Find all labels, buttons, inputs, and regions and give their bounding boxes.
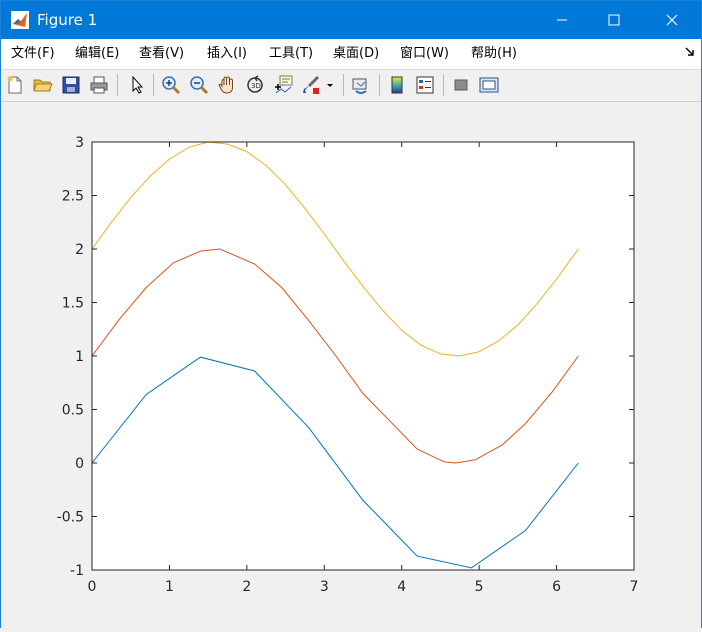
zoom-in-button[interactable]: [159, 73, 183, 97]
x-tick-label: 5: [475, 579, 484, 595]
close-button[interactable]: [649, 1, 695, 39]
title-bar: Figure 1: [1, 1, 701, 39]
hide-plot-tools-icon: [454, 79, 468, 91]
x-tick-label: 4: [397, 579, 406, 595]
menu-file[interactable]: 文件(F): [7, 39, 59, 69]
legend-button[interactable]: [413, 73, 437, 97]
menu-view[interactable]: 查看(V): [135, 39, 188, 69]
y-tick-label: 2.5: [62, 189, 84, 205]
brush-button[interactable]: [299, 73, 323, 97]
x-tick-label: 0: [88, 579, 97, 595]
y-tick-label: 1.5: [62, 296, 84, 312]
open-icon: [33, 79, 53, 92]
open-button[interactable]: [31, 73, 55, 97]
print-button[interactable]: [87, 73, 111, 97]
legend-icon: [416, 76, 434, 94]
zoom-in-icon: [162, 76, 181, 95]
new-figure-button[interactable]: [3, 73, 27, 97]
close-icon: [666, 14, 678, 26]
toolbar-separator: [379, 74, 380, 96]
rotate-3d-icon: 3D: [247, 75, 263, 93]
toolbar-separator: [117, 74, 118, 96]
colorbar-icon: [391, 76, 403, 94]
pan-button[interactable]: [215, 73, 239, 97]
data-cursor-button[interactable]: [271, 73, 295, 97]
y-tick-label: 1: [75, 349, 84, 365]
dock-figure-icon[interactable]: [685, 47, 695, 57]
pan-icon: [218, 76, 233, 94]
new-figure-icon: [7, 76, 22, 94]
zoom-out-button[interactable]: [187, 73, 211, 97]
figure-window: Figure 1 文件(F) 编辑(E) 查看(V) 插入(I) 工具(T) 桌…: [0, 0, 702, 628]
show-plot-tools-button[interactable]: [477, 73, 501, 97]
window-title: Figure 1: [37, 11, 98, 29]
toolbar-separator: [343, 74, 344, 96]
zoom-out-icon: [190, 76, 209, 95]
link-plot-icon: [352, 78, 367, 94]
minimize-button[interactable]: [539, 1, 585, 39]
axes-background: [92, 142, 634, 570]
y-tick-label: -1: [70, 563, 84, 579]
menu-desktop[interactable]: 桌面(D): [329, 39, 383, 69]
x-tick-label: 2: [242, 579, 251, 595]
svg-text:3D: 3D: [251, 82, 261, 90]
brush-dropdown-button[interactable]: [323, 73, 337, 97]
rotate-3d-button[interactable]: 3D: [243, 73, 267, 97]
menu-insert[interactable]: 插入(I): [203, 39, 251, 69]
hide-plot-tools-button[interactable]: [449, 73, 473, 97]
matlab-logo-icon: [11, 11, 29, 29]
toolbar-separator: [153, 74, 154, 96]
figure-canvas: 0 1 2 3 4 5 6 7 -1 -0.5 0 0.5 1 1.5 2 2.5 3: [1, 102, 701, 628]
y-tick-label: -0.5: [57, 510, 84, 526]
pointer-button[interactable]: [125, 73, 149, 97]
menu-window[interactable]: 窗口(W): [396, 39, 453, 69]
data-cursor-icon: [275, 75, 293, 94]
maximize-icon: [608, 14, 620, 26]
colorbar-button[interactable]: [385, 73, 409, 97]
y-tick-label: 0.5: [62, 403, 84, 419]
toolbar-separator: [443, 74, 444, 96]
y-tick-label: 3: [75, 135, 84, 151]
menu-bar: 文件(F) 编辑(E) 查看(V) 插入(I) 工具(T) 桌面(D) 窗口(W…: [1, 39, 701, 70]
y-tick-label: 0: [75, 456, 84, 472]
menu-tools[interactable]: 工具(T): [265, 39, 317, 69]
brush-icon: [303, 75, 320, 94]
pointer-icon: [132, 75, 144, 94]
show-plot-tools-icon: [479, 77, 499, 93]
x-tick-label: 7: [630, 579, 639, 595]
save-button[interactable]: [59, 73, 83, 97]
menu-edit[interactable]: 编辑(E): [71, 39, 123, 69]
print-icon: [90, 76, 108, 94]
figure-toolbar: 3D: [1, 70, 701, 102]
maximize-button[interactable]: [591, 1, 637, 39]
line-chart[interactable]: 0 1 2 3 4 5 6 7 -1 -0.5 0 0.5 1 1.5 2 2.5 3: [1, 102, 701, 628]
link-plot-button[interactable]: [349, 73, 373, 97]
x-tick-label: 6: [552, 579, 561, 595]
x-tick-label: 3: [320, 579, 329, 595]
menu-help[interactable]: 帮助(H): [467, 39, 521, 69]
minimize-icon: [557, 19, 567, 21]
save-icon: [62, 76, 80, 94]
brush-dropdown-icon: [327, 84, 333, 87]
y-tick-label: 2: [75, 242, 84, 258]
x-tick-label: 1: [165, 579, 174, 595]
